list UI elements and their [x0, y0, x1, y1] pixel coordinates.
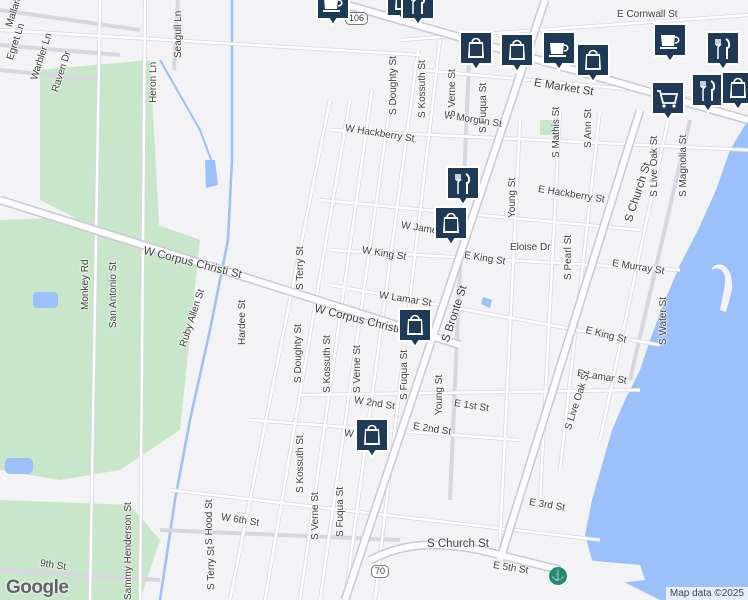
poi-pin-shopping[interactable]: [354, 417, 390, 459]
coffee-cup-icon: [542, 31, 576, 72]
park-marker-icon[interactable]: ⚓: [549, 567, 567, 585]
street-label: S Water St: [658, 297, 669, 345]
shopping-bag-icon: [459, 31, 493, 72]
poi-pin-shopping[interactable]: [720, 70, 748, 112]
poi-pin-cafe[interactable]: [541, 30, 577, 72]
street-label: S Fuqua St: [478, 82, 489, 133]
street-label: S Verne St: [310, 492, 321, 540]
shopping-bag-icon: [398, 308, 432, 349]
poi-pin-cafe[interactable]: [652, 22, 688, 64]
street-label: S Kossuth St: [417, 60, 428, 118]
poi-pin-grocery[interactable]: [650, 80, 686, 122]
street-label: Young St: [434, 374, 445, 415]
highway-shield: 70: [371, 565, 390, 578]
shopping-bag-icon: [500, 33, 534, 74]
street-label: Eloise Dr: [510, 242, 551, 253]
street-label: Sammy Henderson St: [123, 502, 134, 600]
shopping-bag-icon: [434, 206, 468, 247]
poi-pin-restaurant[interactable]: [445, 165, 481, 207]
poi-pin-shopping[interactable]: [397, 307, 433, 349]
street-label: S Live Oak St: [649, 135, 660, 197]
street-label: S Church St: [427, 538, 489, 550]
street-label: Heron Ln: [148, 61, 159, 103]
poi-pin-cafe[interactable]: [315, 0, 351, 27]
street-label: Seagull Ln: [173, 10, 184, 58]
street-label: S Mathis St: [551, 106, 562, 158]
street-label: S Fuqua St: [335, 486, 346, 537]
street-label: S Doughty St: [388, 56, 399, 115]
street-label: S Terry St: [206, 546, 217, 590]
street-label: Hardee St: [237, 299, 248, 345]
shopping-bag-icon: [355, 418, 389, 459]
street-label: S Pearl St: [563, 234, 574, 280]
street-label: S Ann St: [583, 109, 594, 148]
street-label: S Terry St: [295, 246, 306, 290]
fork-knife-icon: [446, 166, 480, 207]
street-label: Young St: [507, 177, 518, 218]
street-label: Monkey Rd: [80, 259, 91, 310]
street-label: S Verne St: [447, 69, 458, 117]
fork-knife-icon: [706, 31, 740, 72]
street-label: S Fuqua St: [399, 349, 410, 400]
google-logo: Google: [6, 577, 69, 598]
map-canvas[interactable]: W Corpus Christi St W Corpus Christi St …: [0, 0, 748, 600]
poi-pin-restaurant[interactable]: [400, 0, 436, 27]
poi-pin-shopping[interactable]: [575, 42, 611, 84]
poi-pin-shopping[interactable]: [433, 205, 469, 247]
poi-pin-shopping[interactable]: [499, 32, 535, 74]
street-label: S Verne St: [352, 345, 363, 393]
poi-pin-restaurant[interactable]: [705, 30, 741, 72]
bay-water: [585, 120, 748, 600]
fork-knife-icon: [401, 0, 435, 27]
shopping-bag-icon: [576, 43, 610, 84]
street-label: S Kossuth St: [322, 335, 333, 393]
street-label: E Cornwall St: [617, 9, 678, 20]
poi-pin-shopping[interactable]: [458, 30, 494, 72]
street-label: San Antonio St: [108, 261, 119, 328]
map-attribution[interactable]: Map data ©2025: [665, 587, 748, 600]
street-label: S Doughty St: [293, 324, 304, 383]
street-label: S Hood St: [204, 499, 215, 545]
street-label: S Kossuth St: [295, 435, 306, 493]
street-label: S Magnolia St: [678, 134, 689, 197]
coffee-cup-icon: [316, 0, 350, 27]
coffee-cup-icon: [653, 23, 687, 64]
shopping-bag-icon: [721, 71, 748, 112]
shopping-cart-icon: [651, 81, 685, 122]
